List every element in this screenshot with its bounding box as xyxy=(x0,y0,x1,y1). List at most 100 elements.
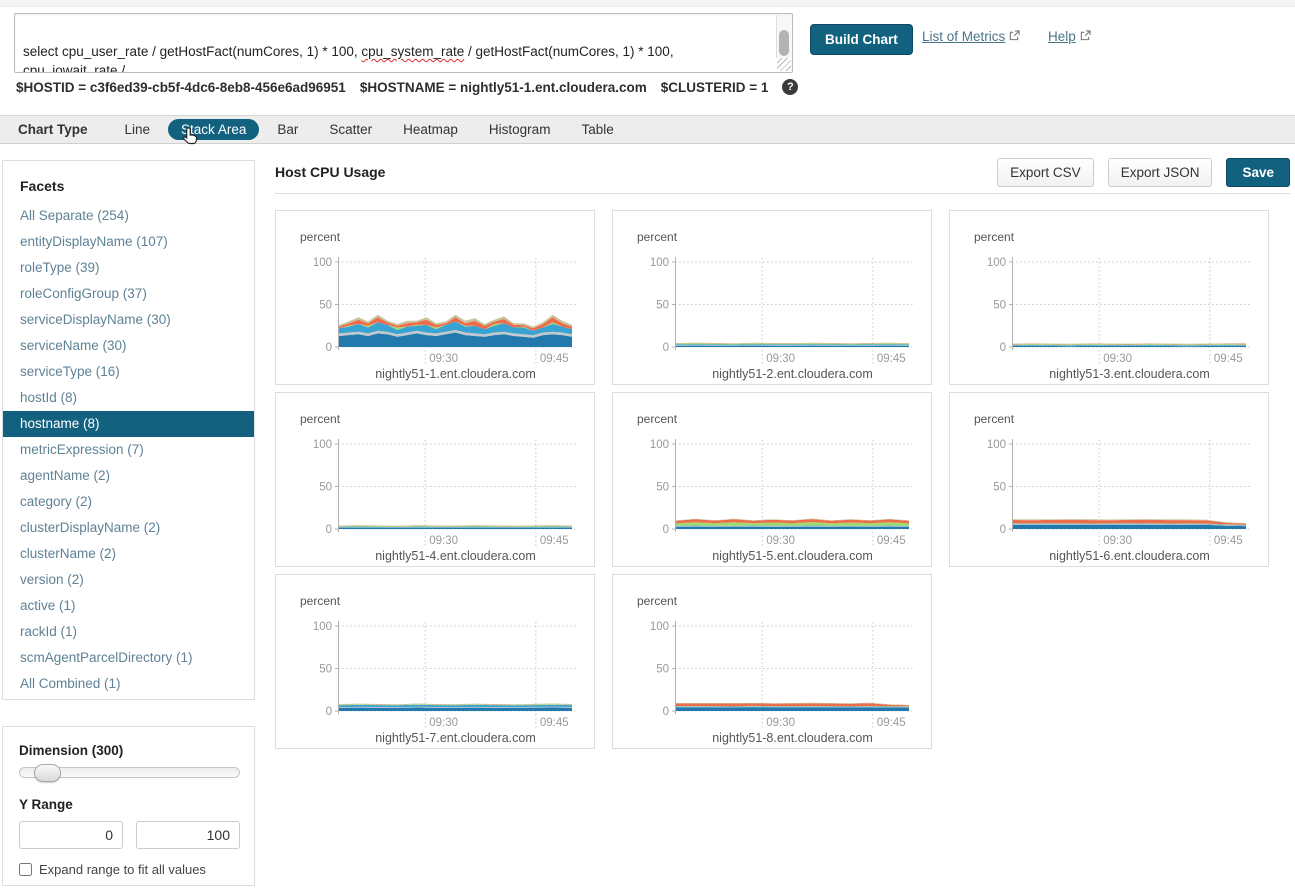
facet-item[interactable]: roleType (39) xyxy=(3,255,254,281)
facet-item[interactable]: clusterDisplayName (2) xyxy=(3,515,254,541)
svg-text:0: 0 xyxy=(326,524,332,536)
facet-item[interactable]: entityDisplayName (107) xyxy=(3,229,254,255)
svg-text:nightly51-2.ent.cloudera.com: nightly51-2.ent.cloudera.com xyxy=(712,367,873,381)
facet-item[interactable]: scmAgentParcelDirectory (1) xyxy=(3,645,254,671)
external-link-icon xyxy=(1080,29,1091,44)
svg-text:percent: percent xyxy=(300,594,341,608)
facet-item[interactable]: version (2) xyxy=(3,567,254,593)
export-json-button[interactable]: Export JSON xyxy=(1108,158,1213,187)
svg-text:09:30: 09:30 xyxy=(429,717,458,729)
query-variables-row: $HOSTID = c3f6ed39-cb5f-4dc6-8eb8-456e6a… xyxy=(16,79,798,95)
dimension-label: Dimension (300) xyxy=(19,743,238,758)
help-link[interactable]: Help xyxy=(1048,29,1091,44)
scrolled-content-sliver xyxy=(0,0,1295,7)
svg-text:nightly51-6.ent.cloudera.com: nightly51-6.ent.cloudera.com xyxy=(1049,549,1210,563)
svg-text:nightly51-3.ent.cloudera.com: nightly51-3.ent.cloudera.com xyxy=(1049,367,1210,381)
help-label: Help xyxy=(1048,29,1076,44)
svg-text:nightly51-8.ent.cloudera.com: nightly51-8.ent.cloudera.com xyxy=(712,731,873,745)
y-min-input[interactable] xyxy=(19,821,123,849)
expand-range-checkbox[interactable] xyxy=(19,863,32,876)
facet-item[interactable]: metricExpression (7) xyxy=(3,437,254,463)
save-button[interactable]: Save xyxy=(1226,158,1290,187)
svg-text:100: 100 xyxy=(313,257,332,269)
svg-text:0: 0 xyxy=(1000,524,1006,536)
dimension-slider-thumb[interactable] xyxy=(34,764,61,782)
svg-text:50: 50 xyxy=(656,300,669,312)
svg-text:100: 100 xyxy=(987,439,1006,451)
chart-type-label: Chart Type xyxy=(18,122,88,137)
expand-range-label: Expand range to fit all values xyxy=(39,862,206,877)
query-clipped-line: select cpu_user_rate / getHostFact(numCo… xyxy=(23,42,770,73)
facet-item[interactable]: roleConfigGroup (37) xyxy=(3,281,254,307)
svg-text:percent: percent xyxy=(974,230,1015,244)
svg-text:09:45: 09:45 xyxy=(540,353,569,365)
svg-text:09:45: 09:45 xyxy=(877,353,906,365)
chart-grid: 05010009:3009:45percentnightly51-1.ent.c… xyxy=(275,210,1290,749)
svg-text:50: 50 xyxy=(993,482,1006,494)
svg-text:0: 0 xyxy=(326,706,332,718)
query-input[interactable]: select cpu_user_rate / getHostFact(numCo… xyxy=(14,13,793,73)
chart-type-option[interactable]: Line xyxy=(112,119,164,140)
facet-item[interactable]: active (1) xyxy=(3,593,254,619)
svg-text:nightly51-5.ent.cloudera.com: nightly51-5.ent.cloudera.com xyxy=(712,549,873,563)
chart-type-option[interactable]: Heatmap xyxy=(390,119,471,140)
facet-item[interactable]: hostId (8) xyxy=(3,385,254,411)
chart-type-option[interactable]: Table xyxy=(568,119,626,140)
dimension-slider[interactable] xyxy=(19,767,240,778)
svg-text:0: 0 xyxy=(663,342,669,354)
facet-item[interactable]: rackId (1) xyxy=(3,619,254,645)
facet-item[interactable]: agentName (2) xyxy=(3,463,254,489)
svg-text:09:45: 09:45 xyxy=(1214,535,1243,547)
svg-text:0: 0 xyxy=(663,706,669,718)
svg-text:0: 0 xyxy=(326,342,332,354)
svg-text:percent: percent xyxy=(637,230,678,244)
build-chart-button[interactable]: Build Chart xyxy=(810,24,913,55)
svg-text:09:30: 09:30 xyxy=(766,353,795,365)
list-of-metrics-link[interactable]: List of Metrics xyxy=(922,29,1020,44)
chart-card: 05010009:3009:45percentnightly51-8.ent.c… xyxy=(612,574,932,749)
chart-type-option[interactable]: Scatter xyxy=(316,119,385,140)
svg-text:50: 50 xyxy=(319,482,332,494)
svg-text:09:30: 09:30 xyxy=(429,353,458,365)
query-scrollbar-thumb[interactable] xyxy=(779,30,789,56)
query-resize-handle[interactable] xyxy=(777,58,791,71)
chart-type-option[interactable]: Histogram xyxy=(476,119,564,140)
svg-text:100: 100 xyxy=(313,439,332,451)
svg-text:50: 50 xyxy=(319,664,332,676)
export-csv-button[interactable]: Export CSV xyxy=(997,158,1094,187)
facet-item[interactable]: clusterName (2) xyxy=(3,541,254,567)
y-max-input[interactable] xyxy=(136,821,240,849)
main-area: Host CPU Usage Export CSV Export JSON Sa… xyxy=(275,157,1290,749)
hostname-variable: $HOSTNAME = nightly51-1.ent.cloudera.com xyxy=(360,80,647,95)
svg-text:100: 100 xyxy=(987,257,1006,269)
svg-text:percent: percent xyxy=(974,412,1015,426)
query-scrollbar[interactable] xyxy=(776,15,791,58)
hostid-variable: $HOSTID = c3f6ed39-cb5f-4dc6-8eb8-456e6a… xyxy=(16,80,346,95)
svg-text:09:45: 09:45 xyxy=(877,717,906,729)
svg-text:09:30: 09:30 xyxy=(766,717,795,729)
page-title: Host CPU Usage xyxy=(275,164,983,180)
facet-item[interactable]: category (2) xyxy=(3,489,254,515)
question-mark-icon[interactable]: ? xyxy=(782,79,798,95)
facet-item[interactable]: All Combined (1) xyxy=(3,671,254,697)
svg-text:percent: percent xyxy=(300,230,341,244)
facet-list: All Separate (254)entityDisplayName (107… xyxy=(3,203,254,697)
chart-type-option[interactable]: Bar xyxy=(264,119,311,140)
facet-item[interactable]: hostname (8) xyxy=(3,411,254,437)
svg-text:09:45: 09:45 xyxy=(877,535,906,547)
facet-item[interactable]: All Separate (254) xyxy=(3,203,254,229)
chart-type-bar: Chart Type LineStack AreaBarScatterHeatm… xyxy=(0,115,1295,144)
y-range-label: Y Range xyxy=(19,797,238,812)
divider xyxy=(275,193,1290,194)
svg-text:50: 50 xyxy=(656,482,669,494)
chart-card: 05010009:3009:45percentnightly51-5.ent.c… xyxy=(612,392,932,567)
facets-title: Facets xyxy=(3,161,254,203)
facet-item[interactable]: serviceType (16) xyxy=(3,359,254,385)
svg-text:100: 100 xyxy=(650,257,669,269)
facet-item[interactable]: serviceName (30) xyxy=(3,333,254,359)
external-link-icon xyxy=(1009,29,1020,44)
facet-item[interactable]: serviceDisplayName (30) xyxy=(3,307,254,333)
svg-text:09:45: 09:45 xyxy=(540,535,569,547)
svg-text:0: 0 xyxy=(1000,342,1006,354)
chart-type-option[interactable]: Stack Area xyxy=(168,119,259,140)
